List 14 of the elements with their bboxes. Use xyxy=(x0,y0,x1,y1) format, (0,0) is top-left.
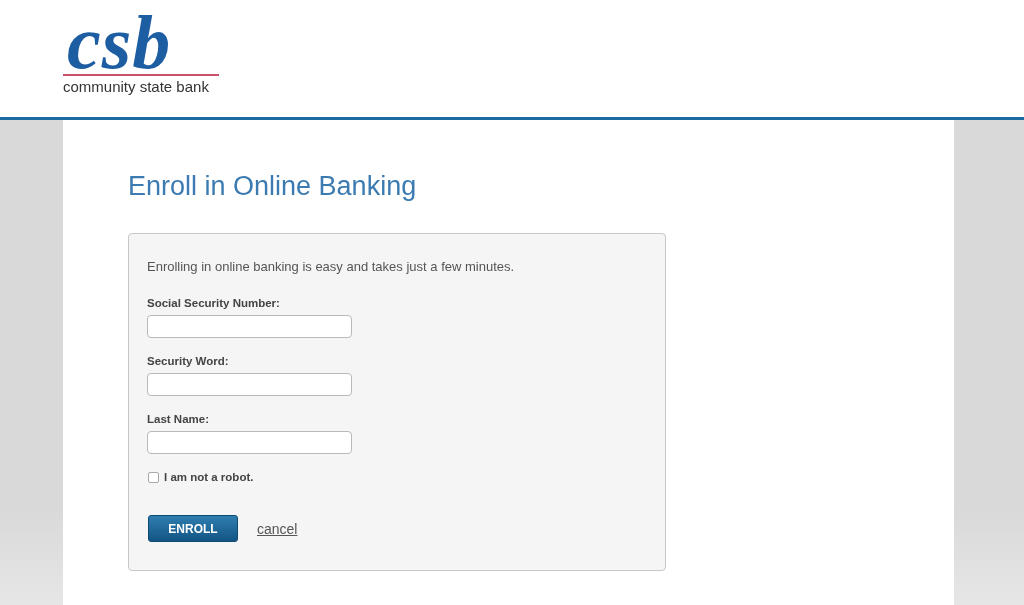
field-label: Social Security Number: xyxy=(147,296,281,311)
page-title: Enroll in Online Banking xyxy=(128,170,418,202)
field-label: Security Word: xyxy=(147,354,230,369)
enroll-button[interactable]: ENROLL xyxy=(148,515,238,542)
input-field[interactable] xyxy=(147,431,352,454)
input-field[interactable] xyxy=(147,373,352,396)
checkbox[interactable] xyxy=(148,471,159,483)
checkbox-label[interactable]: I am not a robot. xyxy=(164,469,254,485)
intro-text: Enrolling in online banking is easy and takes just a few minutes. xyxy=(147,258,516,276)
bank-name: community state bank xyxy=(63,78,210,96)
logo-wordmark: csb xyxy=(63,12,219,76)
cancel-link[interactable]: cancel xyxy=(257,520,298,537)
input-field[interactable] xyxy=(147,315,352,338)
field-label: Last Name: xyxy=(147,412,210,427)
